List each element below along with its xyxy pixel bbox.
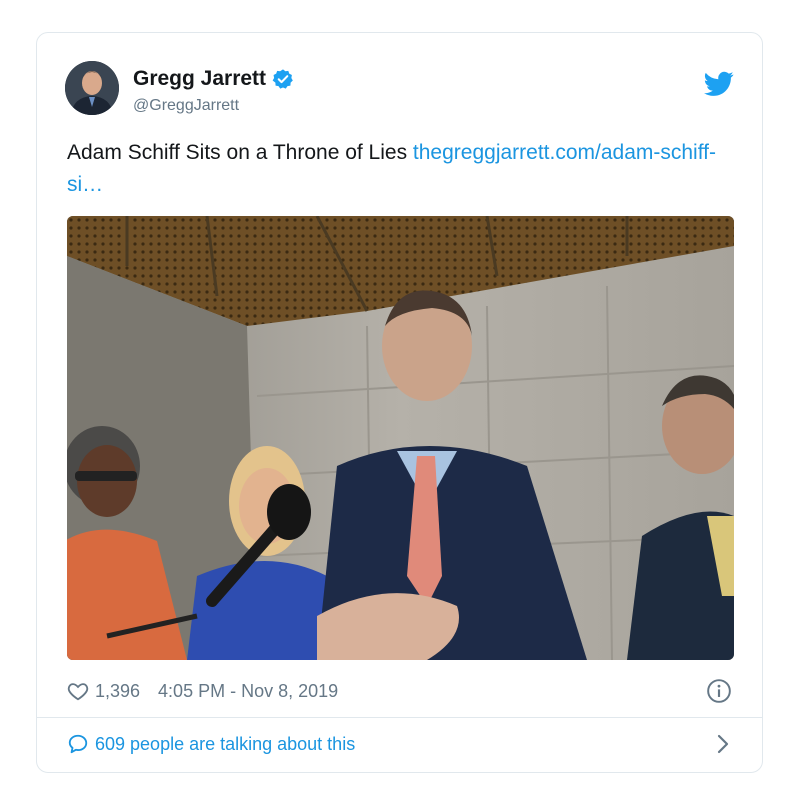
info-icon[interactable] — [706, 678, 732, 704]
avatar[interactable] — [65, 61, 119, 115]
tweet-meta: 1,396 4:05 PM - Nov 8, 2019 — [67, 676, 732, 706]
twitter-bird-icon[interactable] — [704, 71, 734, 97]
author-name[interactable]: Gregg Jarrett — [133, 67, 266, 91]
heart-icon[interactable] — [67, 680, 89, 702]
tweet-text: Adam Schiff Sits on a Throne of Lies the… — [67, 137, 735, 201]
author-name-row: Gregg Jarrett — [133, 67, 294, 91]
divider — [37, 717, 762, 718]
speech-bubble-icon — [68, 734, 88, 754]
like-count[interactable]: 1,396 — [95, 681, 140, 702]
conversation-link[interactable]: 609 people are talking about this — [67, 729, 732, 759]
verified-badge-icon — [272, 69, 293, 89]
tweet-photo[interactable] — [67, 216, 734, 660]
tweet-timestamp[interactable]: 4:05 PM - Nov 8, 2019 — [158, 681, 338, 702]
conversation-text: 609 people are talking about this — [95, 733, 356, 754]
author-handle[interactable]: @GreggJarrett — [133, 97, 239, 115]
press-conference-photo — [67, 216, 734, 660]
tweet-header: Gregg Jarrett @GreggJarrett — [65, 61, 734, 121]
tweet-body: Adam Schiff Sits on a Throne of Lies — [67, 141, 413, 164]
chevron-right-icon — [717, 734, 729, 754]
tweet-card: Gregg Jarrett @GreggJarrett Adam Schiff … — [36, 32, 763, 773]
